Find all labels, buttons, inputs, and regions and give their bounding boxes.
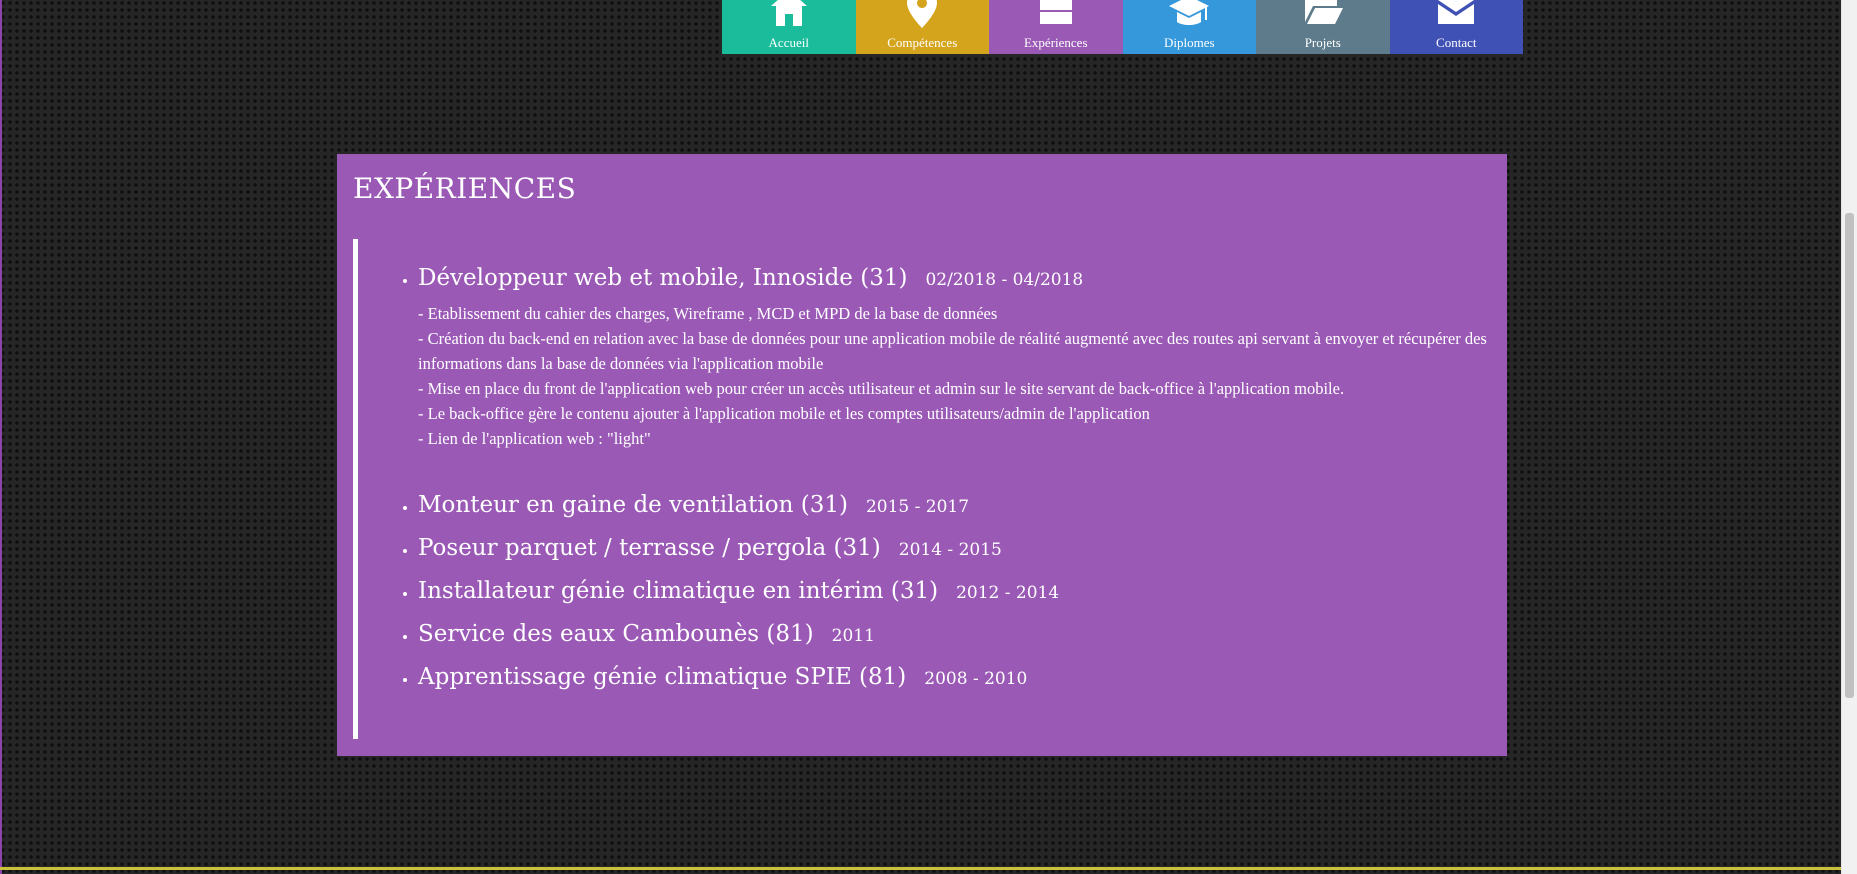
graduation-cap-icon [1169, 0, 1210, 25]
map-pin-icon [907, 0, 938, 28]
experience-item: Développeur web et mobile, Innoside (31)… [418, 239, 1488, 451]
nav-item-experiences[interactable]: Expériences [989, 0, 1123, 54]
experience-title: Installateur génie climatique en intérim… [418, 578, 939, 604]
home-icon [770, 0, 807, 26]
nav-item-diplomes[interactable]: Diplomes [1122, 0, 1256, 54]
main-nav: Accueil Compétences Expériences Diplomes… [722, 0, 1523, 54]
page-bottom-border [0, 867, 1842, 870]
scrollbar-thumb[interactable] [1845, 213, 1854, 698]
nav-label: Projets [1304, 35, 1341, 50]
nav-label: Compétences [887, 35, 958, 50]
nav-item-competences[interactable]: Compétences [855, 0, 989, 54]
experience-dates: 2011 [831, 626, 875, 646]
description-line: - Lien de l'application web : "light" [418, 429, 651, 448]
experiences-section: EXPÉRIENCES Développeur web et mobile, I… [337, 154, 1507, 756]
nav-label: Accueil [768, 35, 809, 50]
experience-dates: 02/2018 - 04/2018 [925, 270, 1084, 290]
nav-label: Expériences [1023, 35, 1088, 50]
experience-title: Service des eaux Cambounès (81) [418, 621, 814, 647]
experience-item: Installateur génie climatique en intérim… [418, 578, 1488, 604]
vertical-scrollbar[interactable] [1841, 0, 1857, 874]
experience-item: Poseur parquet / terrasse / pergola (31)… [418, 535, 1488, 561]
experience-title: Apprentissage génie climatique SPIE (81) [418, 664, 907, 690]
experience-title: Poseur parquet / terrasse / pergola (31) [418, 535, 881, 561]
experience-item: Service des eaux Cambounès (81) 2011 [418, 621, 1488, 647]
experience-dates: 2015 - 2017 [865, 497, 970, 517]
nav-label: Contact [1436, 35, 1477, 50]
experience-dates: 2008 - 2010 [924, 669, 1028, 689]
briefcase-icon [1039, 0, 1072, 24]
experience-description: - Etablissement du cahier des charges, W… [418, 301, 1488, 451]
description-line: - Création du back-end en relation avec … [418, 329, 1487, 373]
nav-item-projets[interactable]: Projets [1256, 0, 1390, 54]
experience-item: Apprentissage génie climatique SPIE (81)… [418, 664, 1488, 690]
experience-timeline: Développeur web et mobile, Innoside (31)… [353, 239, 1488, 739]
nav-item-accueil[interactable]: Accueil [722, 0, 856, 54]
nav-label: Diplomes [1163, 35, 1215, 50]
nav-item-contact[interactable]: Contact [1389, 0, 1523, 54]
section-title: EXPÉRIENCES [353, 172, 577, 205]
experience-dates: 2014 - 2015 [898, 540, 1002, 560]
experience-list: Développeur web et mobile, Innoside (31)… [358, 239, 1488, 690]
description-line: - Mise en place du front de l'applicatio… [418, 379, 1345, 398]
experience-title: Développeur web et mobile, Innoside (31) [418, 265, 908, 291]
folder-open-icon [1304, 0, 1343, 24]
experience-title: Monteur en gaine de ventilation (31) [418, 492, 848, 518]
envelope-icon [1438, 0, 1475, 24]
description-line: - Etablissement du cahier des charges, W… [418, 304, 998, 323]
page-left-border [0, 0, 2, 874]
experience-dates: 2012 - 2014 [956, 583, 1060, 603]
experience-item: Monteur en gaine de ventilation (31) 2015… [418, 492, 1488, 518]
description-line: - Le back-office gère le contenu ajouter… [418, 404, 1150, 423]
